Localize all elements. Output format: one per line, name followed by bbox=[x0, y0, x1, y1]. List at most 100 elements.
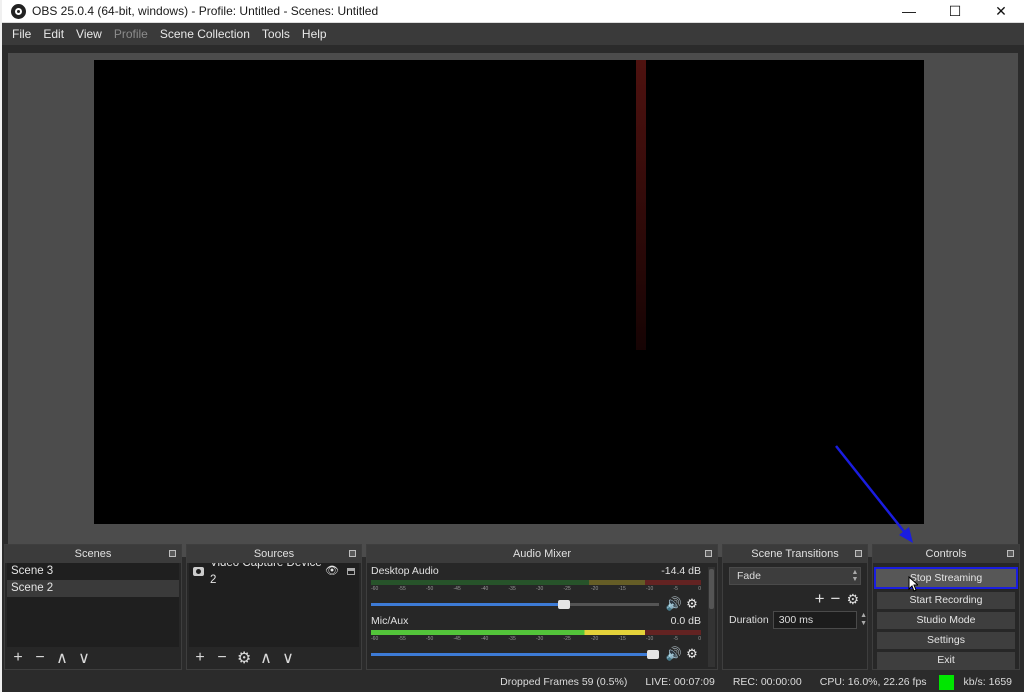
mixer-scrollbar[interactable] bbox=[708, 567, 715, 667]
obs-main-window: File Edit View Profile Scene Collection … bbox=[2, 23, 1024, 692]
menu-bar: File Edit View Profile Scene Collection … bbox=[2, 23, 1024, 45]
channel-level: 0.0 dB bbox=[670, 615, 701, 627]
scenes-toolbar: + − ∧ ∨ bbox=[5, 647, 181, 669]
controls-title: Controls bbox=[925, 548, 967, 560]
transition-select[interactable]: Fade ▲ ▼ bbox=[729, 567, 861, 585]
duration-row: Duration 300 ms ▲ ▼ bbox=[723, 611, 867, 629]
fader-value bbox=[371, 652, 659, 656]
settings-button[interactable]: Settings bbox=[877, 632, 1015, 649]
sources-dock: Sources Video Capture Device 2 👁 + − ⚙ ∧… bbox=[186, 544, 362, 670]
transition-toolbar: + − ⚙ bbox=[723, 589, 867, 609]
undock-icon[interactable] bbox=[349, 550, 356, 557]
scene-transitions-dock-title: Scene Transitions bbox=[723, 545, 867, 563]
fader-value bbox=[371, 602, 564, 606]
menu-help[interactable]: Help bbox=[296, 27, 333, 41]
move-up-icon[interactable]: ∧ bbox=[55, 648, 69, 668]
gear-icon[interactable]: ⚙ bbox=[683, 596, 701, 612]
audio-mixer-title: Audio Mixer bbox=[512, 548, 572, 560]
studio-mode-button[interactable]: Studio Mode bbox=[877, 612, 1015, 629]
move-down-icon[interactable]: ∨ bbox=[77, 648, 91, 668]
channel-name: Desktop Audio bbox=[371, 565, 439, 577]
window-titlebar: OBS 25.0.4 (64-bit, windows) - Profile: … bbox=[2, 0, 1024, 23]
menu-scene-collection[interactable]: Scene Collection bbox=[154, 27, 256, 41]
volume-meter bbox=[371, 580, 701, 585]
audio-mixer-dock-title: Audio Mixer bbox=[367, 545, 717, 563]
volume-slider[interactable] bbox=[371, 599, 659, 609]
menu-tools[interactable]: Tools bbox=[256, 27, 296, 41]
dropped-frames: Dropped Frames 59 (0.5%) bbox=[500, 676, 628, 688]
gear-icon[interactable]: ⚙ bbox=[846, 591, 859, 608]
remove-source-icon[interactable]: − bbox=[215, 649, 229, 667]
scenes-dock-title: Scenes bbox=[5, 545, 181, 563]
channel-level: -14.4 dB bbox=[661, 565, 701, 577]
preview-image-artifact bbox=[636, 60, 646, 350]
scenes-title: Scenes bbox=[74, 548, 112, 560]
gear-icon[interactable]: ⚙ bbox=[683, 646, 701, 662]
mixer-channel-mic-aux: Mic/Aux 0.0 dB -60 -55 -50 -45 -40 -35 -30 -25-… bbox=[367, 613, 705, 663]
remove-scene-icon[interactable]: − bbox=[33, 649, 47, 667]
controls-dock-title: Controls bbox=[873, 545, 1019, 563]
move-up-icon[interactable]: ∧ bbox=[259, 648, 273, 668]
scenes-dock: Scenes Scene 3 Scene 2 + − ∧ ∨ bbox=[4, 544, 182, 670]
speaker-icon[interactable]: 🔊 bbox=[665, 646, 683, 662]
meter-ticks: -60 -55 -50 -45 -40 -35 -30 -25 -20 -15 -10 -5 0 bbox=[371, 636, 701, 642]
undock-icon[interactable] bbox=[855, 550, 862, 557]
lock-icon[interactable] bbox=[347, 568, 355, 575]
remove-transition-icon[interactable]: − bbox=[831, 589, 841, 609]
sources-dock-title: Sources bbox=[187, 545, 361, 563]
rec-timer: REC: 00:00:00 bbox=[732, 676, 802, 688]
meter-ticks: -60 -55 -50 -45 -40 -35 -30 -25 -20 -15 -10 -5 0 bbox=[371, 586, 701, 592]
preview-area bbox=[8, 53, 1018, 557]
sources-title: Sources bbox=[253, 548, 295, 560]
camera-icon bbox=[193, 567, 204, 576]
window-title: OBS 25.0.4 (64-bit, windows) - Profile: … bbox=[32, 4, 379, 18]
stream-status-indicator bbox=[938, 674, 954, 690]
status-bar: Dropped Frames 59 (0.5%) LIVE: 00:07:09 … bbox=[2, 672, 1024, 692]
undock-icon[interactable] bbox=[169, 550, 176, 557]
duration-label: Duration bbox=[729, 614, 769, 626]
mouse-cursor-icon bbox=[908, 576, 918, 592]
add-scene-icon[interactable]: + bbox=[11, 649, 25, 667]
undock-icon[interactable] bbox=[1007, 550, 1014, 557]
obs-logo-icon bbox=[11, 3, 26, 19]
fader-handle[interactable] bbox=[557, 599, 570, 609]
menu-view[interactable]: View bbox=[70, 27, 108, 41]
volume-slider[interactable] bbox=[371, 649, 659, 659]
fader-handle[interactable] bbox=[647, 649, 659, 659]
close-button[interactable]: ✕ bbox=[978, 0, 1024, 23]
live-timer: LIVE: 00:07:09 bbox=[645, 676, 715, 688]
stop-streaming-button[interactable]: Stop Streaming bbox=[874, 567, 1018, 589]
undock-icon[interactable] bbox=[705, 550, 712, 557]
move-down-icon[interactable]: ∨ bbox=[281, 648, 295, 668]
scene-transitions-dock: Scene Transitions Fade ▲ ▼ + − ⚙ Duration… bbox=[722, 544, 868, 670]
minimize-button[interactable]: — bbox=[886, 0, 932, 23]
meter-fill bbox=[371, 630, 645, 635]
menu-edit[interactable]: Edit bbox=[37, 27, 70, 41]
gear-icon[interactable]: ⚙ bbox=[237, 648, 251, 668]
transition-value: Fade bbox=[737, 570, 761, 582]
scene-transitions-title: Scene Transitions bbox=[751, 548, 839, 560]
start-recording-button[interactable]: Start Recording bbox=[877, 592, 1015, 609]
sources-toolbar: + − ⚙ ∧ ∨ bbox=[187, 647, 361, 669]
sources-list: Video Capture Device 2 👁 bbox=[189, 557, 359, 647]
list-item-source[interactable]: Video Capture Device 2 👁 bbox=[189, 557, 359, 586]
speaker-icon[interactable]: 🔊 bbox=[665, 596, 683, 612]
video-preview[interactable] bbox=[94, 60, 924, 524]
exit-button[interactable]: Exit bbox=[877, 652, 1015, 669]
cpu-fps: CPU: 16.0%, 22.26 fps bbox=[819, 676, 927, 688]
menu-file[interactable]: File bbox=[6, 27, 37, 41]
controls-dock: Controls Stop Streaming Start Recording … bbox=[872, 544, 1020, 670]
list-item-scene-3[interactable]: Scene 3 bbox=[7, 563, 179, 580]
duration-spinner-icon[interactable]: ▲ ▼ bbox=[860, 612, 867, 628]
audio-mixer-dock: Audio Mixer Desktop Audio -14.4 dB -60 -5… bbox=[366, 544, 718, 670]
add-transition-icon[interactable]: + bbox=[815, 589, 825, 609]
add-source-icon[interactable]: + bbox=[193, 649, 207, 667]
eye-icon[interactable]: 👁 bbox=[325, 563, 339, 580]
maximize-button[interactable]: ☐ bbox=[932, 0, 978, 23]
list-item-scene-2[interactable]: Scene 2 bbox=[7, 580, 179, 597]
scenes-list: Scene 3 Scene 2 bbox=[7, 563, 179, 647]
duration-input[interactable]: 300 ms bbox=[772, 611, 858, 629]
menu-profile[interactable]: Profile bbox=[108, 27, 154, 41]
chevron-updown-icon: ▲ ▼ bbox=[851, 569, 859, 583]
channel-name: Mic/Aux bbox=[371, 615, 409, 627]
